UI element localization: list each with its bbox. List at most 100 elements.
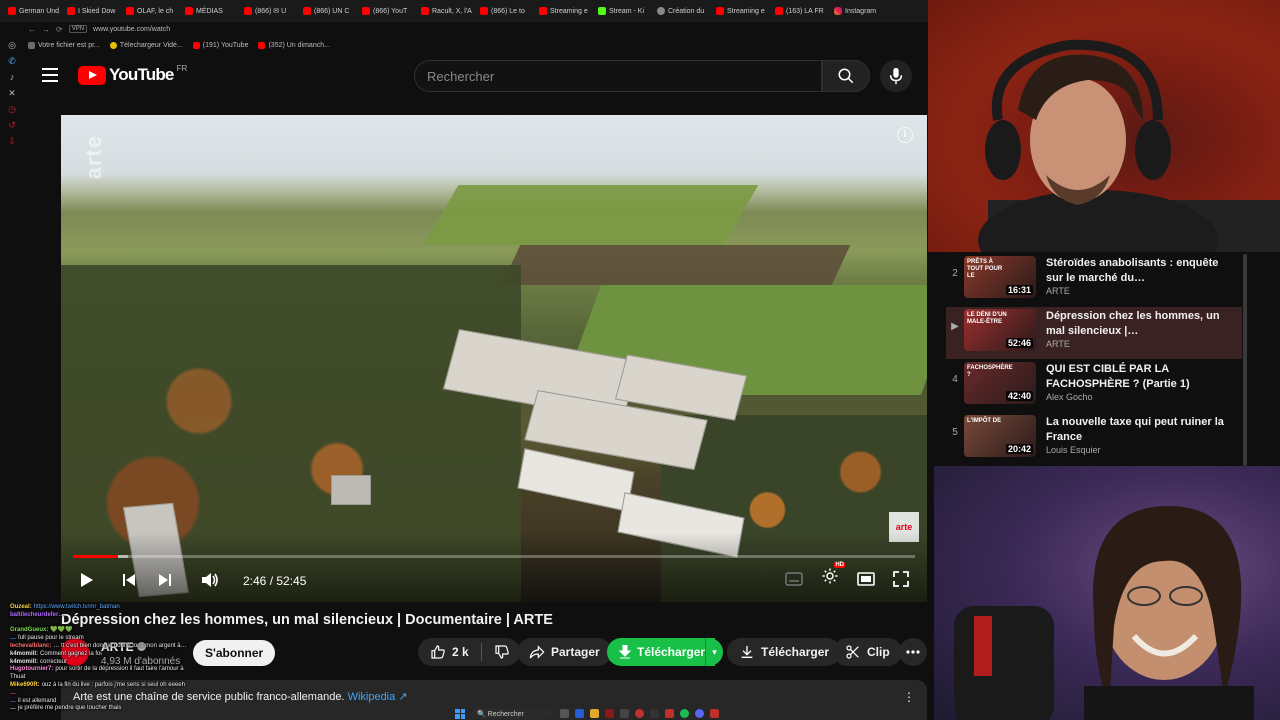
search-input[interactable] <box>427 68 821 84</box>
browser-tab[interactable]: (866) ✉ U <box>240 2 297 20</box>
browser-tab[interactable]: Stream - Ki <box>594 2 651 20</box>
spotify-icon[interactable] <box>679 709 689 718</box>
browser-tab[interactable]: (866) YouT <box>358 2 415 20</box>
reload-icon[interactable]: ⟳ <box>56 25 63 34</box>
playlist-channel-name[interactable]: ARTE <box>1046 339 1070 349</box>
playlist-video-title[interactable]: QUI EST CIBLÉ PAR LA FACHOSPHÈRE ? (Part… <box>1046 362 1226 392</box>
info-icon[interactable]: i <box>897 127 913 143</box>
vpn-badge[interactable]: VPN <box>68 25 88 33</box>
playlist-thumbnail[interactable]: FACHOSPHÈRE ? 42:40 <box>964 362 1036 404</box>
back-icon[interactable]: ← <box>28 25 36 34</box>
browser-tab[interactable]: Création du <box>653 2 710 20</box>
forward-icon[interactable]: → <box>42 25 50 34</box>
playlist-video-title[interactable]: Dépression chez les hommes, un mal silen… <box>1046 309 1226 339</box>
app-icon[interactable] <box>709 709 719 718</box>
app-icon[interactable] <box>619 709 629 718</box>
bookmark-item[interactable]: (191) YouTube <box>192 41 248 49</box>
file-explorer-icon[interactable] <box>589 709 599 718</box>
extension-download-button[interactable]: Télécharger <box>607 638 716 666</box>
search-button[interactable] <box>822 60 870 92</box>
playlist-video-title[interactable]: La nouvelle taxe qui peut ruiner la Fran… <box>1046 415 1226 445</box>
playlist-channel-name[interactable]: Alex Gocho <box>1046 392 1093 402</box>
playlist-channel-name[interactable]: Louis Esquier <box>1046 445 1101 455</box>
bookmark-item[interactable]: Télechargeur Vidé... <box>109 41 183 49</box>
playlist-channel-name[interactable]: ARTE <box>1046 286 1070 296</box>
theater-mode-icon[interactable] <box>857 571 875 586</box>
youtube-bookmark-icon <box>192 41 200 49</box>
clip-button[interactable]: Clip <box>833 638 902 666</box>
clock-icon[interactable]: ◷ <box>7 104 17 114</box>
dislike-icon[interactable] <box>494 644 510 660</box>
playlist-thumbnail[interactable]: L'IMPÔT DE 20:42 <box>964 415 1036 457</box>
share-button[interactable]: Partager <box>517 638 612 666</box>
more-vertical-icon[interactable]: ⋮ <box>903 690 915 704</box>
tiktok-icon[interactable]: ♪ <box>7 72 17 82</box>
playlist-thumbnail[interactable]: LE DÉNI D'UN MALE-ÊTRE 52:46 <box>964 309 1036 351</box>
app-icon[interactable] <box>664 709 674 718</box>
browser-tab[interactable]: (163) LA FR <box>771 2 828 20</box>
tab-label: Racult, X, l'A <box>432 7 472 15</box>
playlist-video-title[interactable]: Stéroïdes anabolisants : enquête sur le … <box>1046 256 1226 286</box>
playlist-item[interactable]: ▶ LE DÉNI D'UN MALE-ÊTRE 52:46 Dépression c… <box>946 307 1242 359</box>
like-icon[interactable] <box>430 644 446 660</box>
like-count[interactable]: 2 k <box>452 645 469 659</box>
taskbar-search[interactable]: 🔍 Rechercher <box>471 708 554 719</box>
discord-icon[interactable] <box>694 709 704 718</box>
windows-start-icon[interactable] <box>455 708 465 719</box>
browser-tab[interactable]: Streaming e <box>535 2 592 20</box>
browser-tab[interactable]: (866) Le to <box>476 2 533 20</box>
download-options-caret[interactable]: ▾ <box>705 638 723 666</box>
browser-tab[interactable]: MÉDIAS <box>181 2 238 20</box>
youtube-favicon-icon <box>185 7 193 15</box>
messenger-icon[interactable]: ✆ <box>7 56 17 66</box>
history-icon[interactable]: ↺ <box>7 120 17 130</box>
volume-button[interactable] <box>199 570 221 590</box>
fullscreen-icon[interactable] <box>893 570 909 587</box>
wikipedia-link[interactable]: Wikipedia ↗ <box>348 691 408 703</box>
chat-text: … tt c'est bien donc je donne tous mon a… <box>53 642 187 649</box>
taskbar-search-label: Rechercher <box>487 710 524 718</box>
subtitles-icon[interactable] <box>785 571 803 586</box>
video-player[interactable]: arte arte i 2:46 / 52:45 HD <box>61 115 927 602</box>
menu-icon[interactable] <box>42 68 58 82</box>
address-bar[interactable]: ← → ⟳ VPN www.youtube.com/watch <box>0 22 928 36</box>
video-duration: 42:40 <box>1005 391 1033 401</box>
playlist-thumbnail[interactable]: PRÊTS À TOUT POUR LE 16:31 <box>964 256 1036 298</box>
downloads-icon[interactable]: ⇩ <box>7 136 17 146</box>
obs-icon[interactable] <box>634 709 644 718</box>
task-view-icon[interactable] <box>559 709 569 718</box>
premiere-icon[interactable] <box>574 709 584 718</box>
download-button[interactable]: Télécharger <box>727 638 842 666</box>
browser-tab[interactable]: (866) UN C <box>299 2 356 20</box>
playlist-item[interactable]: 4 FACHOSPHÈRE ? 42:40 QUI EST CIBLÉ PAR LA … <box>946 360 1242 412</box>
settings-taskbar-icon[interactable] <box>649 709 659 718</box>
browser-tab[interactable]: Instagram <box>830 2 887 20</box>
browser-tab[interactable]: Racult, X, l'A <box>417 2 474 20</box>
playlist-scrollbar[interactable] <box>1243 254 1247 466</box>
playlist-item[interactable]: 2 PRÊTS À TOUT POUR LE 16:31 Stéroïdes anab… <box>946 254 1242 306</box>
browser-tab[interactable]: German Und <box>4 2 61 20</box>
x-icon[interactable]: ✕ <box>7 88 17 98</box>
play-button[interactable] <box>77 570 97 590</box>
chat-text[interactable]: https://www.twitch.tv/mr_batman <box>34 604 120 610</box>
voice-search-button[interactable] <box>880 60 912 92</box>
browser-tab[interactable]: Streaming e <box>712 2 769 20</box>
browser-tab[interactable]: I Skied Dow <box>63 2 120 20</box>
youtube-logo[interactable]: YouTube FR <box>78 64 187 85</box>
settings-button[interactable]: HD <box>821 562 845 590</box>
browser-tab[interactable]: OLAF, le ch <box>122 2 179 20</box>
url-text[interactable]: www.youtube.com/watch <box>93 26 170 33</box>
playlist-item[interactable]: 5 L'IMPÔT DE 20:42 La nouvelle taxe qui peu… <box>946 413 1242 465</box>
tab-label: I Skied Dow <box>78 7 116 15</box>
progress-bar[interactable] <box>73 555 915 558</box>
opera-icon[interactable]: ◎ <box>7 40 17 50</box>
chat-username: … <box>10 697 16 704</box>
opera-taskbar-icon[interactable] <box>604 709 614 718</box>
search-box[interactable] <box>414 60 822 92</box>
next-button[interactable] <box>155 570 175 590</box>
subscribe-button[interactable]: S'abonner <box>193 640 276 666</box>
more-actions-button[interactable] <box>899 638 927 666</box>
bookmark-item[interactable]: Votre fichier est pr... <box>28 41 100 49</box>
bookmark-item[interactable]: (352) Un dimanch... <box>258 41 330 49</box>
previous-button[interactable] <box>119 570 139 590</box>
